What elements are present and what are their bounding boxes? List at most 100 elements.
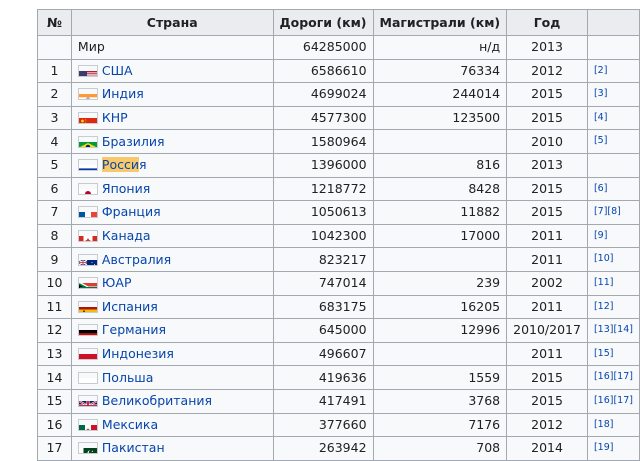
roads-cell: 419636 [273,366,373,390]
country-column-header[interactable]: Страна [71,10,273,36]
roads-cell: 377660 [273,413,373,437]
table-row: 15Великобритания41749137682015[16][17] [38,389,640,413]
flag-canada-icon [78,230,98,242]
country-link[interactable]: ЮАР [102,275,132,290]
reference-link[interactable]: [12] [594,301,614,312]
highways-cell: 12996 [373,319,507,343]
highways-cell: 76334 [373,59,507,83]
country-name-rest: я [139,157,147,172]
country-link[interactable]: Индия [102,86,144,101]
highways-column-header[interactable]: Магистрали (км) [373,10,507,36]
country-cell: ЮАР [71,271,273,295]
country-link[interactable]: Мексика [102,417,158,432]
search-highlight: Росси [102,157,139,172]
country-link[interactable]: Япония [102,181,150,196]
reference-link[interactable]: [10] [594,253,614,264]
country-link[interactable]: США [102,63,133,78]
rank-cell: 1 [38,59,72,83]
world-row: Мир 64285000 н/д 2013 [38,36,640,60]
ref-cell: [10] [587,248,639,272]
roads-by-country-table: № Страна Дороги (км) Магистрали (км) Год… [37,9,640,461]
country-link[interactable]: Пакистан [102,440,165,455]
reference-link[interactable]: [15] [594,348,614,359]
ref-cell: [4] [587,106,639,130]
year-cell: 2013 [507,153,588,177]
highways-cell: 3768 [373,389,507,413]
rank-cell: 16 [38,413,72,437]
country-link[interactable]: Польша [102,370,154,385]
rank-cell: 4 [38,130,72,154]
year-cell: 2010/2017 [507,319,588,343]
reference-link[interactable]: [6] [594,183,607,194]
country-link[interactable]: Россия [102,157,147,172]
highways-cell [373,248,507,272]
country-link[interactable]: Германия [102,322,166,337]
flag-japan-icon [78,183,98,195]
table-row: 13Индонезия4966072011[15] [38,342,640,366]
rank-cell: 6 [38,177,72,201]
world-rank-cell [38,36,72,60]
reference-link[interactable]: [4] [594,112,607,123]
country-link[interactable]: Испания [102,299,158,314]
table-row: 10ЮАР7470142392002[11] [38,271,640,295]
table-row: 14Польша41963615592015[16][17] [38,366,640,390]
roads-cell: 1396000 [273,153,373,177]
roads-cell: 1580964 [273,130,373,154]
table-row: 8Канада1042300170002011[9] [38,224,640,248]
rank-column-header[interactable]: № [38,10,72,36]
year-cell: 2015 [507,366,588,390]
year-cell: 2015 [507,106,588,130]
country-cell: Австралия [71,248,273,272]
roads-cell: 1050613 [273,201,373,225]
year-cell: 2011 [507,224,588,248]
ref-cell: [7][8] [587,201,639,225]
country-link[interactable]: Индонезия [102,346,174,361]
ref-cell: [16][17] [587,389,639,413]
country-link[interactable]: Великобритания [102,393,212,408]
reference-link[interactable]: [16][17] [594,395,633,406]
roads-cell: 6586610 [273,59,373,83]
roads-cell: 683175 [273,295,373,319]
flag-russia-icon [78,159,98,171]
highways-cell: 8428 [373,177,507,201]
table-row: 16Мексика37766071762012[18] [38,413,640,437]
flag-usa-icon [78,65,98,77]
flag-france-icon [78,206,98,218]
year-cell: 2012 [507,413,588,437]
reference-link[interactable]: [5] [594,135,607,146]
reference-link[interactable]: [9] [594,230,607,241]
country-link[interactable]: Бразилия [102,134,165,149]
ref-cell: [15] [587,342,639,366]
highways-cell: 1559 [373,366,507,390]
roads-cell: 1042300 [273,224,373,248]
country-link[interactable]: Австралия [102,252,171,267]
flag-pakistan-icon [78,442,98,454]
year-cell: 2015 [507,177,588,201]
table-header-row: № Страна Дороги (км) Магистрали (км) Год [38,10,640,36]
country-link[interactable]: Канада [102,228,151,243]
reference-link[interactable]: [13][14] [594,324,633,335]
reference-link[interactable]: [19] [594,442,614,453]
reference-link[interactable]: [16][17] [594,371,633,382]
highways-cell: 17000 [373,224,507,248]
year-column-header[interactable]: Год [507,10,588,36]
country-cell: Великобритания [71,389,273,413]
world-year-cell: 2013 [507,36,588,60]
table-row: 1США6586610763342012[2] [38,59,640,83]
reference-link[interactable]: [7][8] [594,206,621,217]
flag-india-icon [78,88,98,100]
reference-link[interactable]: [11] [594,277,614,288]
rank-cell: 7 [38,201,72,225]
reference-link[interactable]: [2] [594,65,607,76]
table-row: 12Германия645000129962010/2017[13][14] [38,319,640,343]
country-link[interactable]: Франция [102,204,161,219]
world-roads-cell: 64285000 [273,36,373,60]
country-cell: Япония [71,177,273,201]
reference-link[interactable]: [3] [594,88,607,99]
reference-link[interactable]: [18] [594,419,614,430]
roads-column-header[interactable]: Дороги (км) [273,10,373,36]
country-cell: Индонезия [71,342,273,366]
year-cell: 2011 [507,295,588,319]
country-link[interactable]: КНР [102,110,128,125]
country-cell: Россия [71,153,273,177]
